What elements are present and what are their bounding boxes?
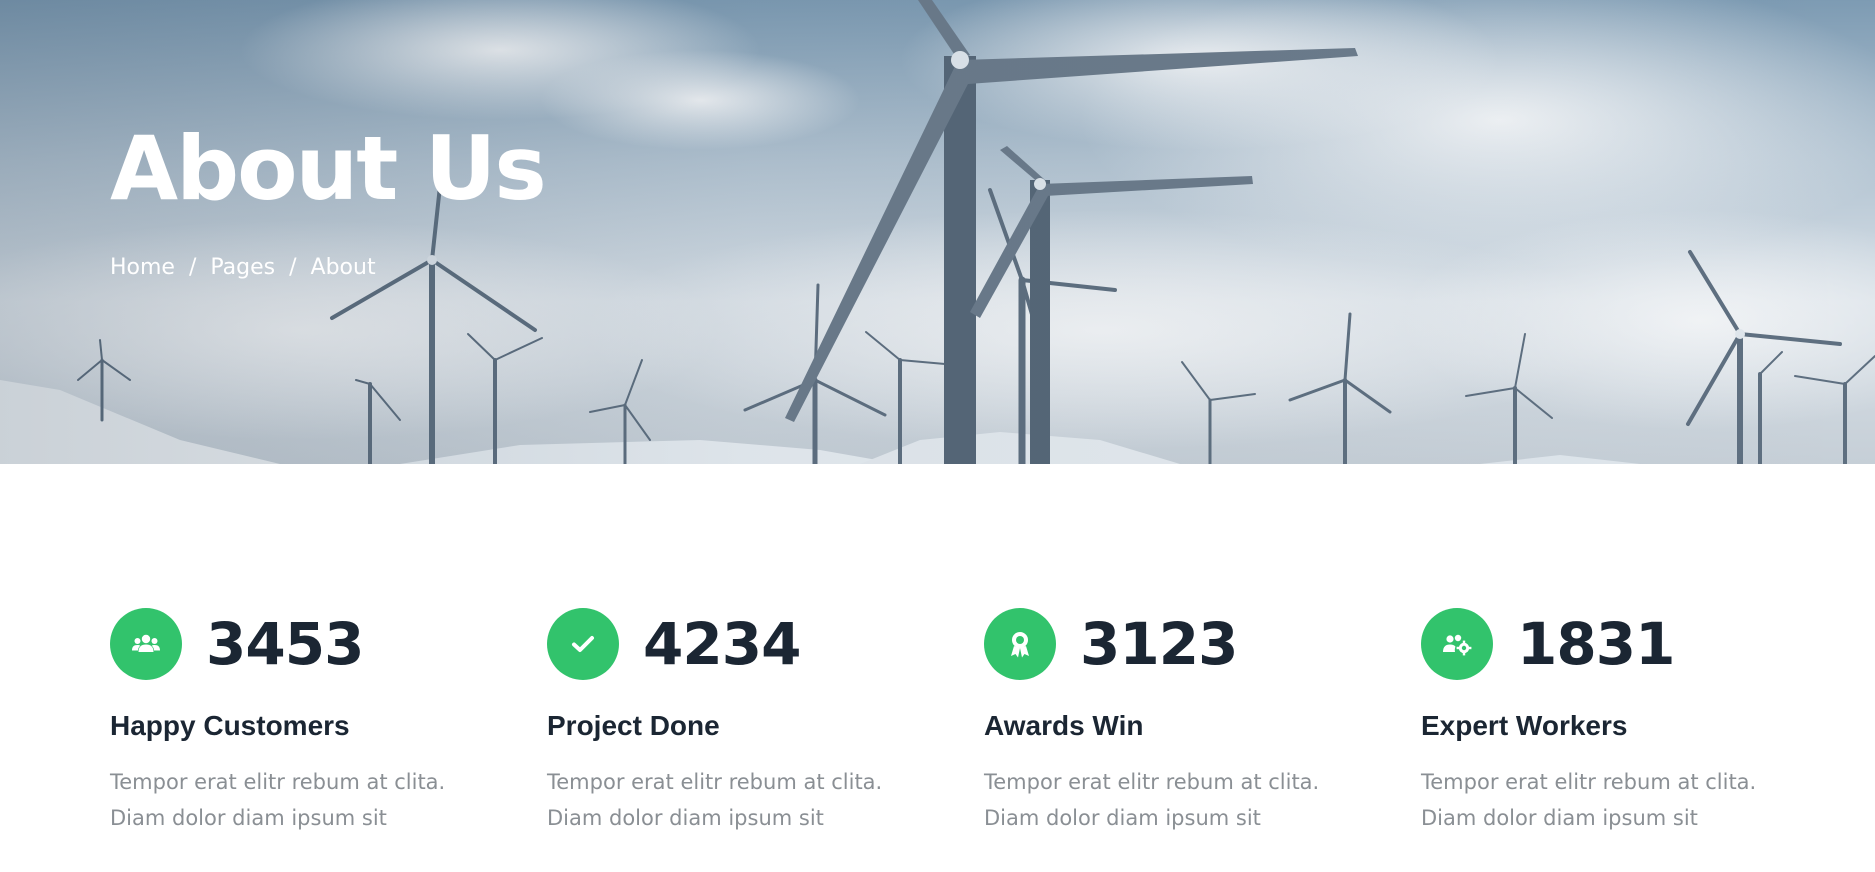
fact-number: 1831 <box>1517 610 1675 678</box>
breadcrumb-pages-link[interactable]: Pages <box>210 255 275 280</box>
fact-title: Awards Win <box>984 710 1144 741</box>
fact-item-happy-customers: 3453 Happy Customers Tempor erat elitr r… <box>110 608 547 836</box>
award-icon <box>984 608 1056 680</box>
fact-title: Expert Workers <box>1421 710 1628 741</box>
fact-item-project-done: 4234 Project Done Tempor erat elitr rebu… <box>547 608 984 836</box>
users-cog-icon <box>1421 608 1493 680</box>
breadcrumb-home-link[interactable]: Home <box>110 255 175 280</box>
fact-item-expert-workers: 1831 Expert Workers Tempor erat elitr re… <box>1421 608 1858 836</box>
facts-section: 3453 Happy Customers Tempor erat elitr r… <box>110 608 1858 836</box>
fact-description: Tempor erat elitr rebum at clita. Diam d… <box>984 770 1320 830</box>
breadcrumb-separator: / <box>289 255 297 280</box>
fact-description: Tempor erat elitr rebum at clita. Diam d… <box>547 770 883 830</box>
fact-item-awards-win: 3123 Awards Win Tempor erat elitr rebum … <box>984 608 1421 836</box>
fact-title: Project Done <box>547 710 720 741</box>
fact-number: 4234 <box>643 610 801 678</box>
fact-title: Happy Customers <box>110 710 350 741</box>
fact-number: 3453 <box>206 610 364 678</box>
page-header: About Us Home / Pages / About <box>0 0 1875 464</box>
check-icon <box>547 608 619 680</box>
users-icon <box>110 608 182 680</box>
breadcrumb-current: About <box>310 255 376 280</box>
fact-description: Tempor erat elitr rebum at clita. Diam d… <box>1421 770 1757 830</box>
hero-content: About Us Home / Pages / About <box>110 117 547 281</box>
fact-number: 3123 <box>1080 610 1238 678</box>
breadcrumb: Home / Pages / About <box>110 255 545 280</box>
fact-description: Tempor erat elitr rebum at clita. Diam d… <box>110 770 446 830</box>
breadcrumb-separator: / <box>188 255 197 280</box>
page-title: About Us <box>110 117 547 220</box>
